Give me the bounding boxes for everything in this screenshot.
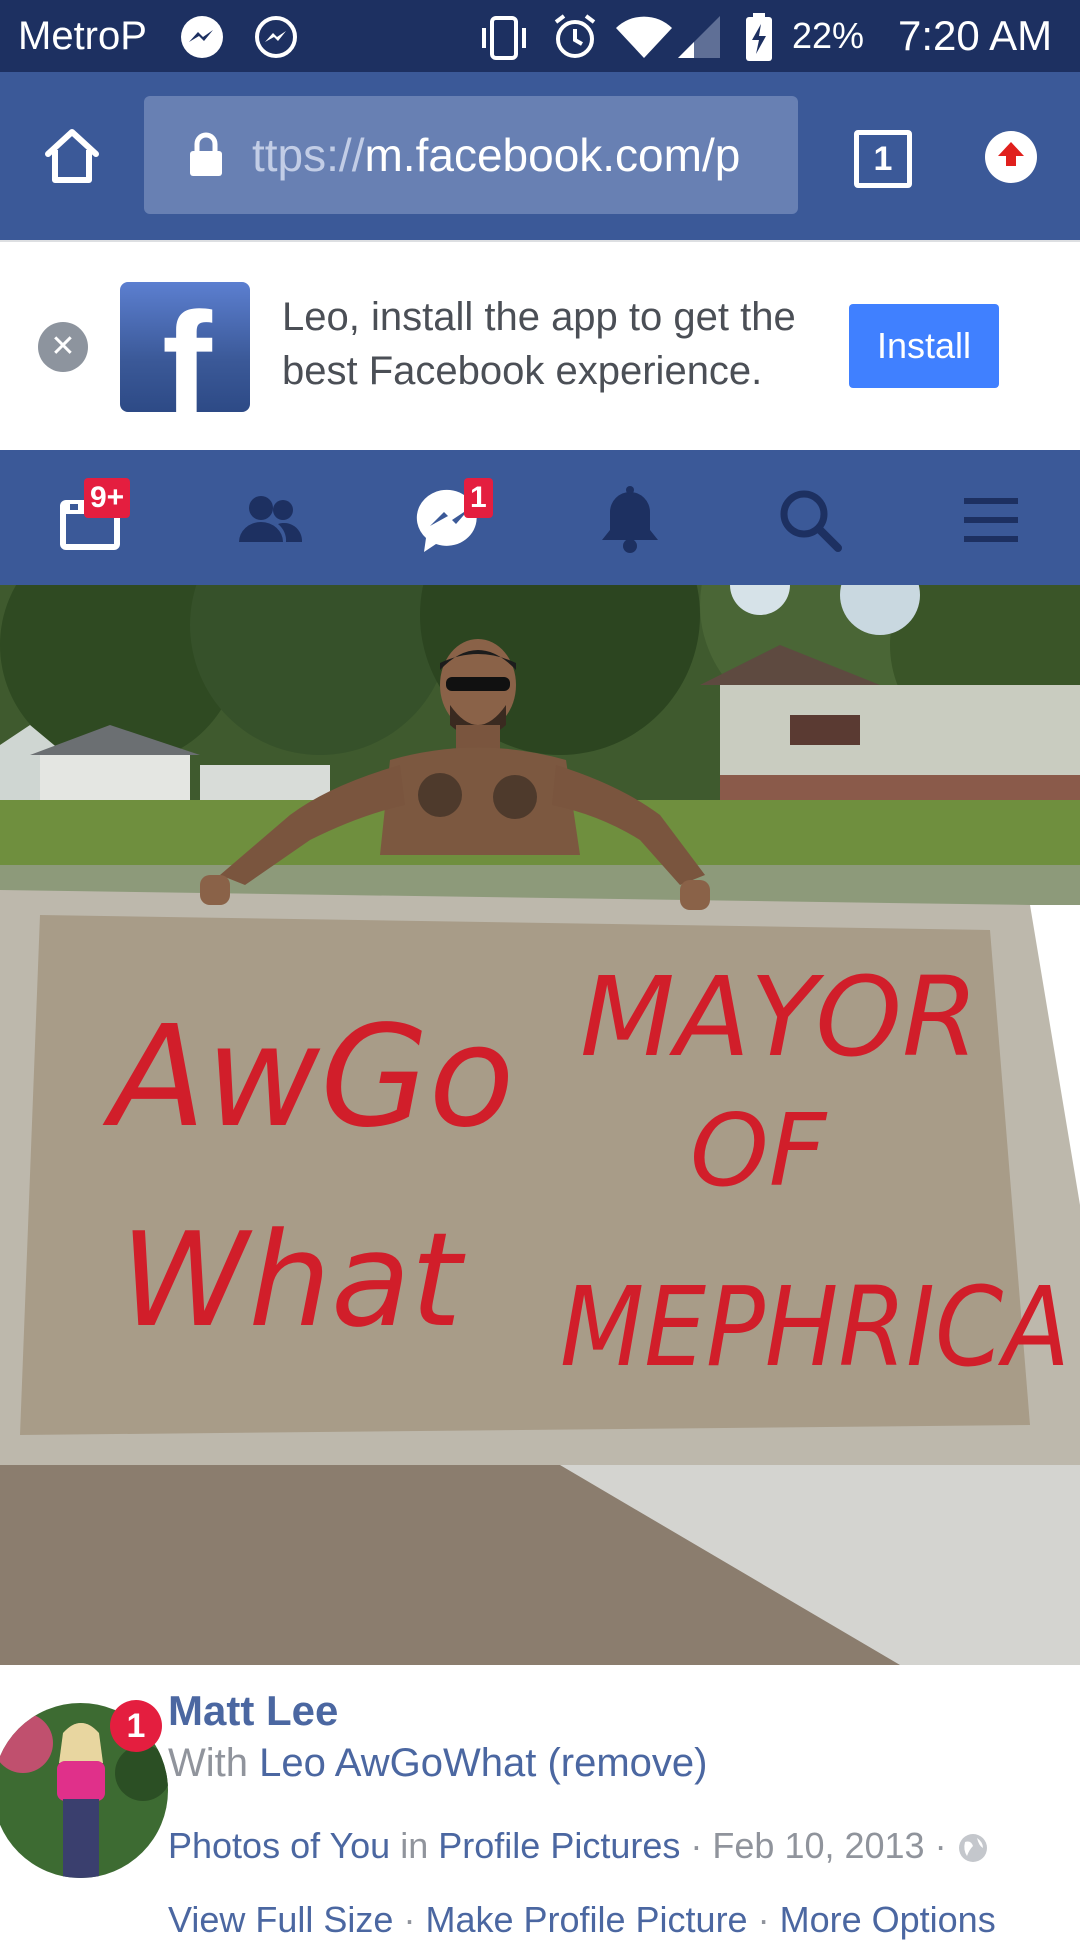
tab-switcher-button[interactable]: 1 bbox=[854, 130, 912, 188]
album-name-link[interactable]: Profile Pictures bbox=[438, 1825, 680, 1866]
avatar-notification-badge: 1 bbox=[110, 1700, 162, 1752]
sign-text-right-line1: MAYOR bbox=[580, 953, 978, 1081]
photo-meta: Photos of You in Profile Pictures · Feb … bbox=[168, 1825, 989, 1867]
search-icon bbox=[780, 490, 842, 552]
close-icon: ✕ bbox=[50, 330, 76, 363]
post-date[interactable]: Feb 10, 2013 bbox=[712, 1825, 924, 1866]
app-install-banner: ✕ f Leo, install the app to get the best… bbox=[0, 240, 1080, 452]
alarm-icon bbox=[554, 14, 596, 58]
update-menu-icon[interactable] bbox=[984, 130, 1038, 184]
news-feed-badge: 9+ bbox=[84, 478, 131, 518]
messenger-outline-icon bbox=[255, 16, 297, 58]
post-photo[interactable]: AwGo What MAYOR OF MEPHRICA bbox=[0, 585, 1080, 1665]
clock: 7:20 AM bbox=[898, 12, 1053, 59]
post-author-link[interactable]: Matt Lee bbox=[168, 1687, 338, 1735]
install-message: Leo, install the app to get the best Fac… bbox=[282, 295, 796, 393]
address-bar[interactable]: ttps://m.facebook.com/p bbox=[144, 96, 798, 214]
messenger-icon bbox=[181, 16, 223, 58]
photo-actions: View Full Size · Make Profile Picture · … bbox=[168, 1899, 996, 1941]
nav-messages[interactable]: 1 bbox=[410, 478, 493, 560]
hamburger-menu-icon bbox=[964, 498, 1018, 542]
photo-image: AwGo What MAYOR OF MEPHRICA bbox=[0, 585, 1080, 1665]
home-icon[interactable] bbox=[42, 126, 102, 186]
carrier-name: MetroP bbox=[18, 14, 147, 58]
remove-tag-link[interactable]: (remove) bbox=[547, 1741, 707, 1785]
battery-charging-icon bbox=[746, 13, 772, 61]
nav-friends[interactable] bbox=[230, 480, 310, 560]
sign-text-left-line1: AwGo bbox=[102, 996, 514, 1159]
separator: · bbox=[934, 1825, 947, 1866]
album-owner-link[interactable]: Photos of You bbox=[168, 1825, 390, 1866]
facebook-nav: 9+ 1 bbox=[0, 450, 1080, 585]
wifi-icon bbox=[616, 16, 672, 59]
sign-text-right-line2: OF bbox=[690, 1092, 828, 1209]
messages-badge: 1 bbox=[464, 478, 493, 518]
tagged-user-link[interactable]: Leo AwGoWhat bbox=[259, 1741, 536, 1785]
nav-notifications[interactable] bbox=[590, 480, 670, 560]
browser-toolbar: ttps://m.facebook.com/p 1 bbox=[0, 72, 1080, 240]
install-button[interactable]: Install bbox=[849, 304, 999, 388]
status-bar: MetroP 22% 7:20 AM bbox=[0, 0, 1080, 72]
with-label: With bbox=[168, 1741, 248, 1785]
separator: · bbox=[690, 1825, 703, 1866]
tagged-line: With Leo AwGoWhat (remove) bbox=[168, 1741, 708, 1786]
globe-icon bbox=[958, 1834, 987, 1862]
nav-news-feed[interactable]: 9+ bbox=[50, 478, 131, 560]
battery-percent: 22% bbox=[792, 15, 865, 56]
nav-menu[interactable] bbox=[950, 480, 1030, 560]
url-text: ttps://m.facebook.com/p bbox=[252, 129, 741, 181]
post-info: 1 Matt Lee With Leo AwGoWhat (remove) Ph… bbox=[0, 1665, 1080, 1940]
signal-icon bbox=[678, 16, 720, 58]
nav-search[interactable] bbox=[770, 480, 850, 560]
vibrate-icon bbox=[482, 16, 526, 60]
sign-text-left-line2: What bbox=[120, 1204, 466, 1356]
friends-icon bbox=[239, 496, 303, 542]
bell-icon bbox=[602, 486, 658, 553]
facebook-logo: f bbox=[120, 282, 250, 412]
lock-icon bbox=[190, 132, 222, 176]
in-label: in bbox=[400, 1825, 429, 1866]
close-banner-button[interactable]: ✕ bbox=[38, 322, 88, 372]
sign-text-right-line3: MEPHRICA bbox=[560, 1263, 1070, 1391]
